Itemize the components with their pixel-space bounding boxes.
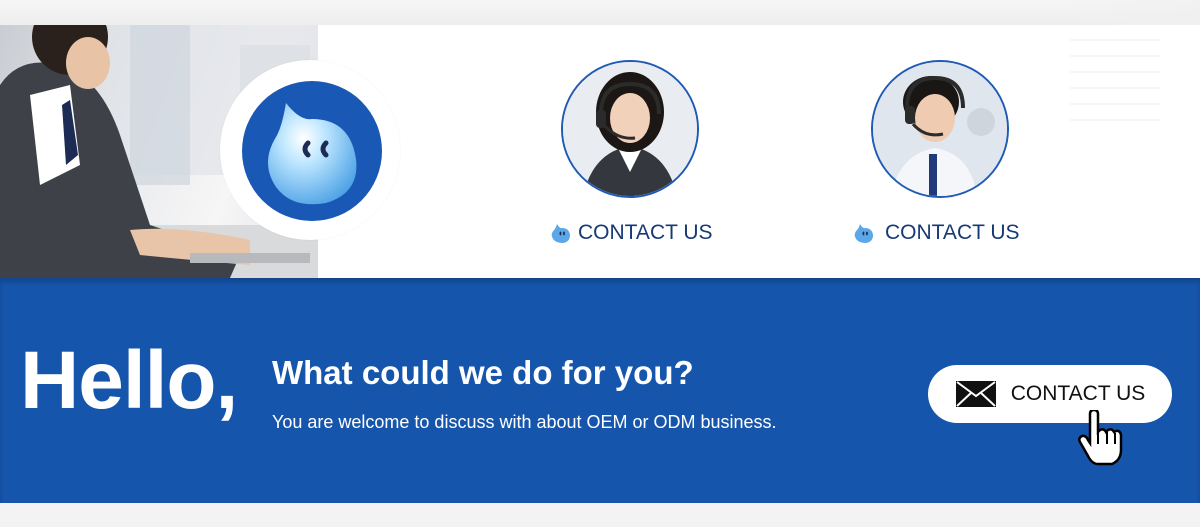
contact-panel	[318, 25, 1200, 278]
contact-link-2[interactable]: CONTACT US	[853, 221, 1020, 245]
contact-link-label: CONTACT US	[578, 221, 713, 244]
agent-photo-female	[561, 60, 699, 198]
banner-headline: What could we do for you?	[272, 354, 694, 391]
agent-photo-male	[871, 60, 1009, 198]
chat-bubble-mascot-icon	[551, 224, 570, 243]
contact-us-button-label: CONTACT US	[1010, 382, 1146, 405]
hello-heading: Hello,	[20, 335, 238, 426]
envelope-icon	[955, 381, 996, 407]
contact-us-button[interactable]: CONTACT US	[928, 365, 1172, 423]
chat-bubble-mascot-icon	[854, 224, 873, 243]
male-agent-illustration	[873, 62, 1007, 196]
badge-inner	[242, 81, 382, 221]
hand-cursor-icon	[1078, 410, 1123, 466]
contact-link-label: CONTACT US	[885, 221, 1020, 244]
banner-subline: You are welcome to discuss with about OE…	[272, 412, 777, 432]
top-strip	[0, 0, 1200, 110]
ghost-lines	[1070, 25, 1160, 135]
badge-circle	[220, 60, 400, 240]
chat-bubble-mascot-icon	[268, 103, 357, 205]
contact-link-1[interactable]: CONTACT US	[550, 221, 713, 245]
female-agent-illustration	[563, 62, 697, 196]
